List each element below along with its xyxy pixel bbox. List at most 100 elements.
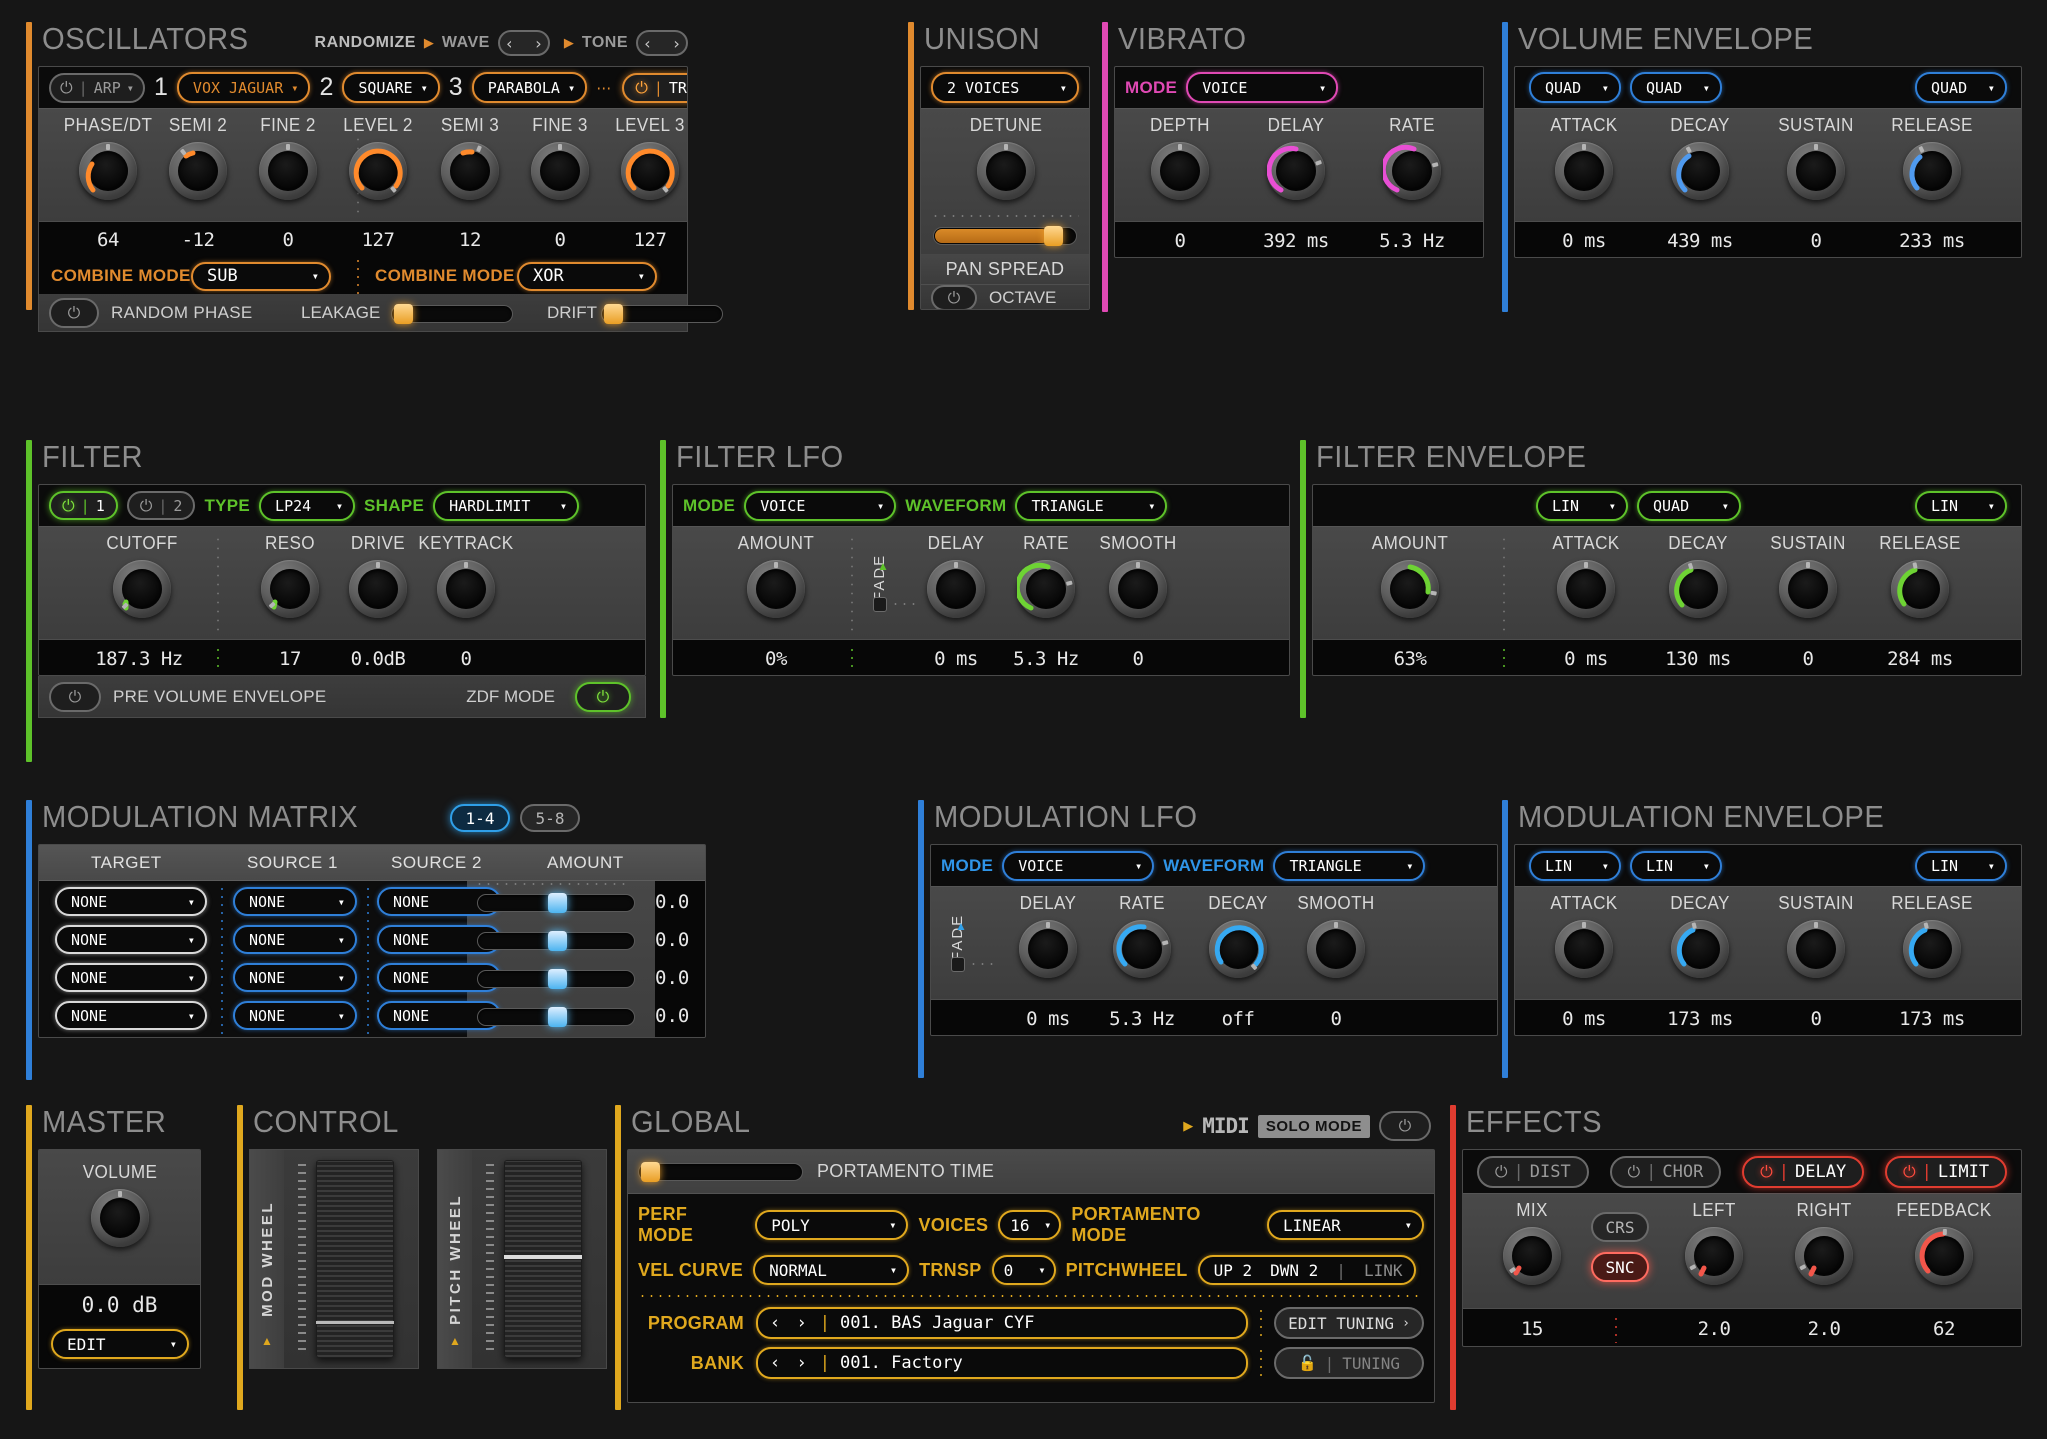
knob-dial[interactable] — [1381, 560, 1439, 618]
knob-fenv-amount[interactable]: AMOUNT — [1355, 533, 1465, 618]
osc-2-type-dropdown[interactable]: SQUARE ▾ — [342, 72, 440, 103]
pitchwheel-up-value[interactable]: UP 2 — [1214, 1261, 1253, 1280]
knob-dial[interactable] — [261, 560, 319, 618]
trnsp-dropdown[interactable]: 0 ▾ — [991, 1255, 1056, 1285]
snc-button[interactable]: SNC — [1591, 1252, 1649, 1282]
mod-row-1-target-dropdown[interactable]: NONE ▾ — [55, 887, 207, 916]
knob-dial[interactable] — [747, 560, 805, 618]
knob-dial[interactable] — [621, 142, 679, 200]
knob-level-3[interactable]: LEVEL 3 — [595, 115, 687, 200]
osc-1-type-dropdown[interactable]: VOX JAGUAR ▾ — [176, 72, 311, 103]
knob-dial[interactable] — [1017, 560, 1075, 618]
mod-row-1-amount-slider[interactable] — [477, 893, 635, 913]
drift-slider[interactable] — [601, 304, 723, 324]
pitch-wheel-body[interactable] — [504, 1160, 582, 1358]
effect-delay-button[interactable]: ⏻ | DELAY — [1742, 1155, 1865, 1188]
tab-mod-matrix-5-8[interactable]: 5-8 — [520, 804, 580, 832]
effect-dist-button[interactable]: ⏻ | DIST — [1476, 1155, 1589, 1188]
mod-row-2-amount-thumb[interactable] — [548, 931, 567, 951]
mod-env-attack-curve-dropdown[interactable]: LIN ▾ — [1529, 850, 1621, 881]
effect-limit-button[interactable]: ⏻ | LIMIT — [1884, 1155, 2008, 1188]
knob-dial[interactable] — [1109, 560, 1167, 618]
mod-row-2-target-dropdown[interactable]: NONE ▾ — [55, 925, 207, 954]
arp-button[interactable]: ⏻ | ARP ▾ — [49, 72, 146, 103]
knob-dial[interactable] — [437, 560, 495, 618]
knob-menv-attack[interactable]: ATTACK — [1529, 893, 1639, 978]
randomize-wave-arrow-icon[interactable]: ▶ — [424, 35, 434, 51]
mod-row-3-amount-slider[interactable] — [477, 969, 635, 989]
pan-spread-slider-thumb[interactable] — [1044, 226, 1063, 246]
knob-master-volume[interactable]: VOLUME — [65, 1162, 175, 1247]
filter-shape-dropdown[interactable]: HARDLIMIT ▾ — [433, 490, 580, 521]
solo-mode-badge[interactable]: SOLO MODE — [1257, 1114, 1370, 1138]
knob-menv-release[interactable]: RELEASE — [1877, 893, 1987, 978]
knob-dial[interactable] — [1555, 920, 1613, 978]
edit-tuning-button[interactable]: EDIT TUNING › — [1274, 1307, 1424, 1339]
filter-env-attack-curve-dropdown[interactable]: LIN ▾ — [1536, 490, 1628, 521]
modulation-lfo-fade-control[interactable]: FADE ▲ — [949, 895, 997, 972]
knob-dial[interactable] — [113, 560, 171, 618]
mod-row-4-source1-dropdown[interactable]: NONE ▾ — [233, 1001, 357, 1030]
randomize-wave-stepper[interactable]: ‹ › — [497, 30, 550, 56]
knob-dial[interactable] — [1669, 560, 1727, 618]
leakage-slider[interactable] — [391, 304, 513, 324]
knob-dial[interactable] — [531, 142, 589, 200]
knob-dial[interactable] — [1557, 560, 1615, 618]
mod-row-3-target-dropdown[interactable]: NONE ▾ — [55, 963, 207, 992]
knob-dial[interactable] — [1787, 142, 1845, 200]
mod-wheel-body[interactable] — [316, 1160, 394, 1358]
knob-dial[interactable] — [927, 560, 985, 618]
randomize-tone-stepper[interactable]: ‹ › — [636, 30, 688, 56]
mod-row-3-amount-thumb[interactable] — [548, 969, 567, 989]
leakage-slider-thumb[interactable] — [394, 304, 413, 324]
mod-row-4-amount-thumb[interactable] — [548, 1007, 567, 1027]
knob-dial[interactable] — [1915, 1227, 1973, 1285]
global-power-toggle[interactable]: ⏻ — [1379, 1111, 1431, 1141]
knob-fenv-decay[interactable]: DECAY — [1643, 533, 1753, 618]
perf-mode-dropdown[interactable]: POLY ▾ — [755, 1210, 909, 1240]
tab-mod-matrix-1-4[interactable]: 1-4 — [450, 804, 510, 832]
volume-env-release-curve-dropdown[interactable]: QUAD ▾ — [1915, 72, 2007, 103]
knob-detune[interactable]: DETUNE — [951, 115, 1061, 200]
combine-mode-2-dropdown[interactable]: XOR ▾ — [517, 261, 657, 291]
knob-dial[interactable] — [1555, 142, 1613, 200]
knob-dial[interactable] — [1891, 560, 1949, 618]
midi-arrow-icon[interactable]: ▶ — [1183, 1118, 1193, 1134]
randomize-tone-arrow-icon[interactable]: ▶ — [564, 35, 574, 51]
knob-dial[interactable] — [1503, 1227, 1561, 1285]
effect-chor-button[interactable]: ⏻ | CHOR — [1609, 1155, 1722, 1188]
knob-lfo-smooth[interactable]: SMOOTH — [1083, 533, 1193, 618]
knob-dial[interactable] — [1019, 920, 1077, 978]
fade-handle[interactable] — [951, 957, 965, 972]
random-phase-toggle[interactable]: ⏻ — [49, 297, 99, 328]
volume-env-decay-curve-dropdown[interactable]: QUAD ▾ — [1630, 72, 1722, 103]
mod-row-2-amount-slider[interactable] — [477, 931, 635, 951]
knob-menv-sustain[interactable]: SUSTAIN — [1761, 893, 1871, 978]
knob-fx-left[interactable]: LEFT — [1659, 1200, 1769, 1285]
filter-type-dropdown[interactable]: LP24 ▾ — [259, 490, 356, 521]
pre-volume-envelope-toggle[interactable]: ⏻ — [49, 681, 101, 712]
mod-row-3-source1-dropdown[interactable]: NONE ▾ — [233, 963, 357, 992]
knob-dial[interactable] — [169, 142, 227, 200]
knob-dial[interactable] — [1113, 920, 1171, 978]
filter-env-decay-curve-dropdown[interactable]: QUAD ▾ — [1637, 490, 1741, 521]
filter-lfo-mode-dropdown[interactable]: VOICE ▾ — [744, 490, 897, 521]
mod-wheel-slider[interactable] — [284, 1150, 418, 1368]
mod-row-4-target-dropdown[interactable]: NONE ▾ — [55, 1001, 207, 1030]
knob-mlfo-rate[interactable]: RATE — [1087, 893, 1197, 978]
pitchwheel-range-control[interactable]: UP 2 DWN 2 | LINK — [1197, 1255, 1416, 1285]
bank-stepper-icon[interactable]: ‹ › — [770, 1353, 810, 1373]
filter-slot-1-button[interactable]: ⏻ | 1 — [49, 491, 118, 520]
knob-dial[interactable] — [349, 560, 407, 618]
filter-lfo-waveform-dropdown[interactable]: TRIANGLE ▾ — [1015, 490, 1168, 521]
crs-button[interactable]: CRS — [1591, 1212, 1649, 1242]
mod-row-2-source1-dropdown[interactable]: NONE ▾ — [233, 925, 357, 954]
knob-dial[interactable] — [1383, 142, 1441, 200]
vel-curve-dropdown[interactable]: NORMAL ▾ — [753, 1255, 910, 1285]
portamento-mode-dropdown[interactable]: LINEAR ▾ — [1266, 1210, 1425, 1240]
knob-dial[interactable] — [977, 142, 1035, 200]
knob-dial[interactable] — [79, 142, 137, 200]
knob-mlfo-decay[interactable]: DECAY — [1183, 893, 1293, 978]
knob-fenv-sustain[interactable]: SUSTAIN — [1753, 533, 1863, 618]
pan-spread-slider[interactable] — [933, 226, 1077, 246]
